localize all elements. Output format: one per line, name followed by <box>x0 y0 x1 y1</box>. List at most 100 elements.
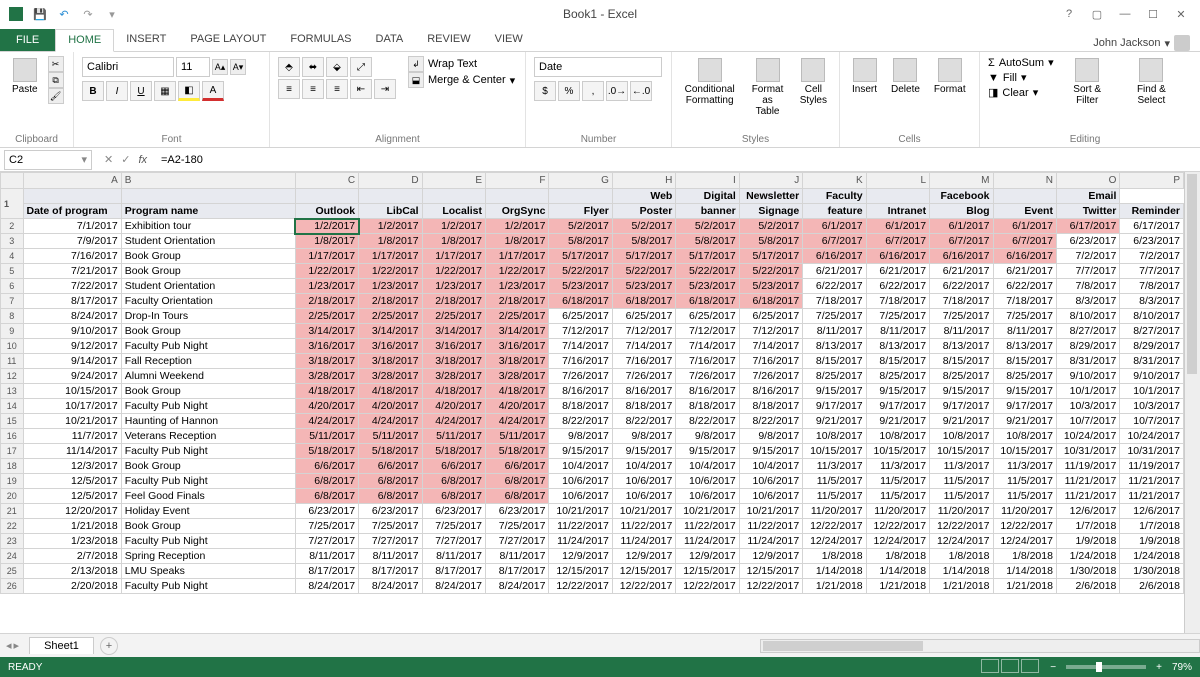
name-box[interactable]: C2▾ <box>4 150 92 170</box>
header-cell[interactable]: Faculty <box>803 189 866 204</box>
header-cell[interactable] <box>295 189 358 204</box>
ribbon-collapse-icon[interactable]: ▢ <box>1084 4 1110 24</box>
cell[interactable]: 1/24/2018 <box>1056 549 1119 564</box>
cell[interactable]: 5/17/2017 <box>739 249 802 264</box>
cell[interactable]: 9/8/2017 <box>549 429 612 444</box>
cell[interactable]: 10/3/2017 <box>1056 399 1119 414</box>
cell[interactable]: 12/24/2017 <box>930 534 993 549</box>
cell[interactable]: 4/18/2017 <box>486 384 549 399</box>
cell[interactable]: 8/16/2017 <box>676 384 739 399</box>
cell[interactable]: 3/18/2017 <box>295 354 358 369</box>
row-header[interactable]: 4 <box>1 249 24 264</box>
cell[interactable]: 3/16/2017 <box>359 339 422 354</box>
cell[interactable]: 6/8/2017 <box>359 474 422 489</box>
cell[interactable]: 8/13/2017 <box>866 339 929 354</box>
cell[interactable]: 8/10/2017 <box>1120 309 1184 324</box>
cell[interactable]: 10/8/2017 <box>866 429 929 444</box>
cell[interactable]: 5/2/2017 <box>676 219 739 234</box>
cell[interactable]: 11/5/2017 <box>866 474 929 489</box>
cell[interactable]: 6/22/2017 <box>993 279 1056 294</box>
increase-decimal-icon[interactable]: .0→ <box>606 81 628 101</box>
cell[interactable]: 5/11/2017 <box>422 429 485 444</box>
cell[interactable]: 8/11/2017 <box>993 324 1056 339</box>
cell[interactable]: 1/8/2018 <box>993 549 1056 564</box>
cell[interactable]: 7/12/2017 <box>676 324 739 339</box>
cell[interactable]: 3/28/2017 <box>422 369 485 384</box>
header-cell[interactable]: Facebook <box>930 189 993 204</box>
autosum-button[interactable]: Σ AutoSum ▾ <box>988 56 1054 69</box>
cell[interactable]: 8/25/2017 <box>930 369 993 384</box>
align-right-icon[interactable]: ≡ <box>326 79 348 99</box>
cell[interactable]: 5/17/2017 <box>676 249 739 264</box>
column-header[interactable]: I <box>676 173 739 189</box>
cell[interactable]: 5/22/2017 <box>612 264 675 279</box>
cell[interactable]: Faculty Pub Night <box>121 534 295 549</box>
header-cell[interactable]: Date of program <box>23 204 121 219</box>
header-cell[interactable] <box>866 189 929 204</box>
cell[interactable]: 7/16/2017 <box>739 354 802 369</box>
cell[interactable]: 5/23/2017 <box>739 279 802 294</box>
zoom-out-icon[interactable]: − <box>1050 662 1056 673</box>
cell[interactable]: 7/26/2017 <box>612 369 675 384</box>
cell[interactable]: 12/5/2017 <box>23 474 121 489</box>
cell[interactable]: 8/3/2017 <box>1056 294 1119 309</box>
cell[interactable]: 1/8/2018 <box>866 549 929 564</box>
header-cell[interactable] <box>23 189 121 204</box>
cell[interactable]: 10/4/2017 <box>676 459 739 474</box>
cell[interactable]: Haunting of Hannon <box>121 414 295 429</box>
cell[interactable]: 11/3/2017 <box>866 459 929 474</box>
cell[interactable]: 11/5/2017 <box>803 474 866 489</box>
cell[interactable]: 1/21/2018 <box>930 579 993 594</box>
cell[interactable]: 1/14/2018 <box>993 564 1056 579</box>
cell[interactable]: 6/7/2017 <box>866 234 929 249</box>
cell[interactable]: 8/17/2017 <box>295 564 358 579</box>
cell[interactable]: Book Group <box>121 519 295 534</box>
decrease-font-icon[interactable]: A▾ <box>230 59 246 75</box>
cell[interactable]: 3/16/2017 <box>486 339 549 354</box>
header-cell[interactable]: feature <box>803 204 866 219</box>
column-header[interactable]: F <box>486 173 549 189</box>
cell[interactable]: 1/14/2018 <box>930 564 993 579</box>
cell[interactable]: 12/22/2017 <box>739 579 802 594</box>
cell[interactable]: 8/16/2017 <box>612 384 675 399</box>
undo-icon[interactable]: ↶ <box>54 4 74 24</box>
cell[interactable]: Faculty Pub Night <box>121 399 295 414</box>
find-select-button[interactable]: Find & Select <box>1121 56 1182 108</box>
cell[interactable]: 11/22/2017 <box>676 519 739 534</box>
cell[interactable]: 6/16/2017 <box>803 249 866 264</box>
cell[interactable]: Faculty Pub Night <box>121 474 295 489</box>
cell[interactable]: 8/17/2017 <box>359 564 422 579</box>
header-cell[interactable] <box>121 189 295 204</box>
cell[interactable]: 8/17/2017 <box>422 564 485 579</box>
cell[interactable]: 10/21/2017 <box>739 504 802 519</box>
cell[interactable]: 12/15/2017 <box>549 564 612 579</box>
cell[interactable]: 11/5/2017 <box>993 474 1056 489</box>
cell[interactable]: 5/11/2017 <box>486 429 549 444</box>
select-all-corner[interactable] <box>1 173 24 189</box>
cell[interactable]: 10/15/2017 <box>930 444 993 459</box>
row-header[interactable]: 19 <box>1 474 24 489</box>
cell[interactable]: 11/22/2017 <box>612 519 675 534</box>
cell[interactable]: 8/11/2017 <box>486 549 549 564</box>
cell[interactable]: 1/23/2017 <box>486 279 549 294</box>
cell[interactable]: 10/6/2017 <box>612 489 675 504</box>
conditional-formatting-button[interactable]: Conditional Formatting <box>680 56 739 108</box>
cell[interactable]: 12/22/2017 <box>612 579 675 594</box>
cell[interactable]: 7/16/2017 <box>23 249 121 264</box>
tab-insert[interactable]: INSERT <box>114 29 178 51</box>
cell[interactable]: Faculty Pub Night <box>121 339 295 354</box>
row-header[interactable]: 7 <box>1 294 24 309</box>
indent-decrease-icon[interactable]: ⇤ <box>350 79 372 99</box>
cell[interactable]: 7/2/2017 <box>1056 249 1119 264</box>
cell[interactable]: 5/11/2017 <box>295 429 358 444</box>
cell[interactable]: 4/18/2017 <box>295 384 358 399</box>
cell[interactable]: 6/21/2017 <box>930 264 993 279</box>
help-icon[interactable]: ? <box>1056 4 1082 24</box>
cell[interactable]: 9/15/2017 <box>676 444 739 459</box>
cell[interactable]: 11/19/2017 <box>1120 459 1184 474</box>
cell[interactable]: 7/16/2017 <box>676 354 739 369</box>
cell[interactable]: 12/3/2017 <box>23 459 121 474</box>
cell[interactable]: 1/9/2018 <box>1056 534 1119 549</box>
cell[interactable]: 4/24/2017 <box>295 414 358 429</box>
cell[interactable]: 6/8/2017 <box>295 489 358 504</box>
